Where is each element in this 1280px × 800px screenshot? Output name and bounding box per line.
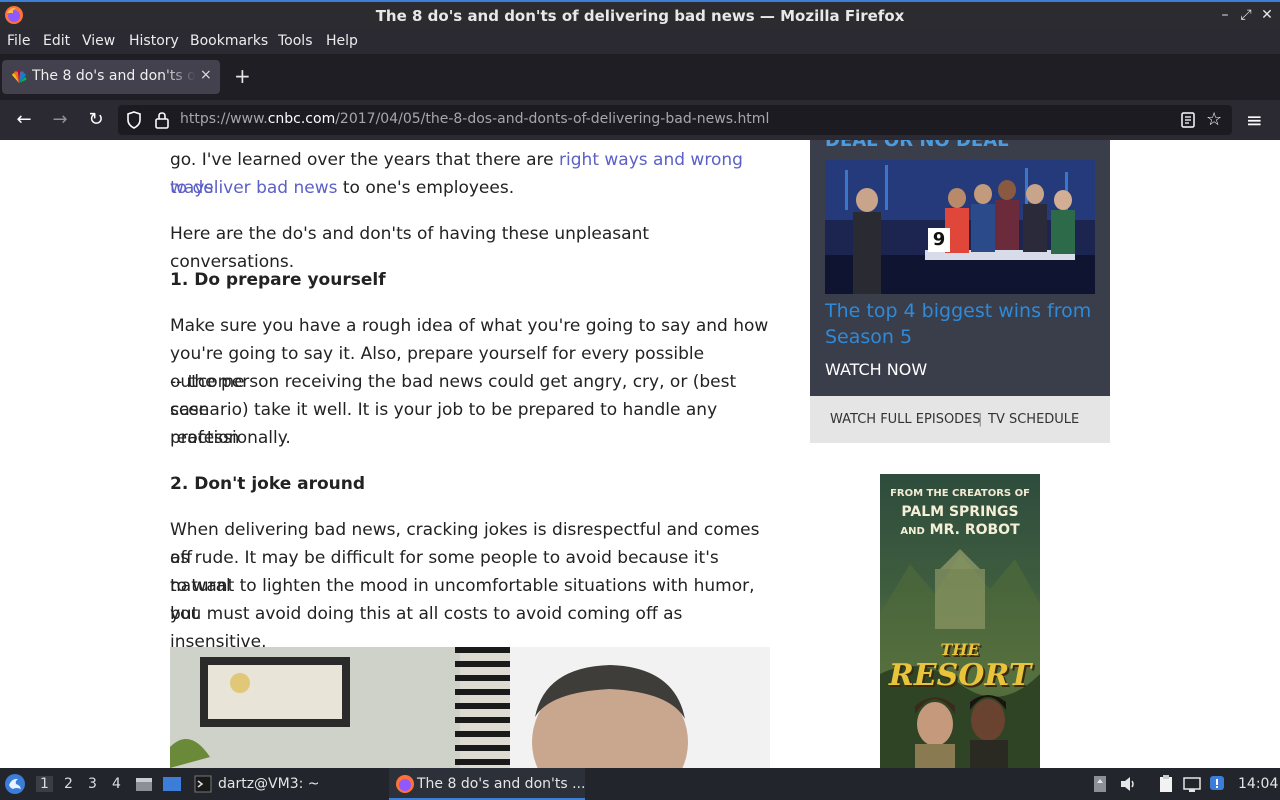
new-tab-button[interactable]: + — [234, 64, 251, 88]
network-icon[interactable] — [1182, 774, 1202, 794]
close-window-button[interactable]: ✕ — [1258, 6, 1276, 24]
lock-icon[interactable] — [154, 111, 170, 129]
reader-view-icon[interactable] — [1180, 111, 1196, 129]
video-headline[interactable]: The top 4 biggest wins from Season 5 — [825, 298, 1100, 350]
clipboard-icon[interactable] — [1156, 774, 1176, 794]
hamburger-menu-icon[interactable]: ≡ — [1246, 108, 1263, 132]
ad-title-palm-springs: PALM SPRINGS — [901, 504, 1019, 520]
url-text[interactable]: https://www.cnbc.com/2017/04/05/the-8-do… — [180, 111, 769, 127]
system-clock[interactable]: 14:04 — [1238, 776, 1278, 792]
menu-tools[interactable]: Tools — [278, 33, 313, 49]
menu-view[interactable]: View — [82, 33, 115, 49]
tab-strip: The 8 do's and don'ts of delivering bad … — [0, 54, 1280, 100]
office-photo-graphic — [170, 647, 770, 768]
workspace-1[interactable]: 1 — [36, 776, 53, 792]
firefox-taskbar-icon — [396, 775, 414, 793]
back-button[interactable]: ← — [12, 108, 36, 132]
footer-separator: | — [978, 412, 983, 427]
page-content: go. I've learned over the years that the… — [0, 140, 1280, 768]
watch-now-link[interactable]: WATCH NOW — [825, 360, 927, 379]
menu-bar: File Edit View History Bookmarks Tools H… — [0, 30, 1280, 54]
video-card-footer: WATCH FULL EPISODES | TV SCHEDULE — [810, 396, 1110, 443]
notification-icon[interactable] — [1208, 774, 1228, 794]
game-show-stage-graphic — [825, 160, 1095, 294]
desktop-icon[interactable] — [162, 774, 182, 794]
terminal-icon — [194, 775, 212, 793]
minimize-button[interactable]: – — [1216, 6, 1234, 24]
workspace-3[interactable]: 3 — [88, 776, 97, 792]
navigation-bar: ← → ↻ https://www.cnbc.com/2017/04/05/th… — [0, 100, 1280, 140]
menu-edit[interactable]: Edit — [43, 33, 70, 49]
workspace-2[interactable]: 2 — [64, 776, 73, 792]
article-paragraph-2-l5: professionally. — [170, 428, 291, 448]
volume-icon[interactable] — [1118, 774, 1138, 794]
start-menu-icon[interactable] — [4, 773, 26, 795]
shield-icon[interactable] — [126, 111, 142, 129]
forward-button[interactable]: → — [48, 108, 72, 132]
link-deliver-bad-news[interactable]: to deliver bad news — [170, 178, 337, 198]
article-paragraph-2-l1: Make sure you have a rough idea of what … — [170, 316, 769, 336]
nbc-peacock-icon — [12, 69, 27, 83]
menu-history[interactable]: History — [129, 33, 179, 49]
ad-title-mr-robot: AND MR. ROBOT — [900, 522, 1020, 538]
url-domain: cnbc.com — [267, 111, 336, 127]
video-thumbnail[interactable]: 9 — [825, 160, 1095, 294]
menu-help[interactable]: Help — [326, 33, 358, 49]
system-taskbar: 1 2 3 4 dartz@VM3: ~ The 8 do's and don'… — [0, 768, 1280, 800]
bookmark-star-icon[interactable]: ☆ — [1206, 109, 1222, 130]
file-manager-icon[interactable] — [134, 774, 154, 794]
taskbar-terminal[interactable]: dartz@VM3: ~ — [192, 768, 382, 800]
video-promo-card[interactable]: DEAL OR NO DEAL 9 The top 4 biggest wins… — [810, 140, 1110, 396]
taskbar-firefox[interactable]: The 8 do's and don'ts ... — [389, 768, 585, 800]
tab-active[interactable]: The 8 do's and don'ts of delivering bad … — [2, 60, 220, 94]
url-bar[interactable]: https://www.cnbc.com/2017/04/05/the-8-do… — [118, 105, 1232, 135]
url-prefix: https://www. — [180, 111, 268, 127]
reload-button[interactable]: ↻ — [84, 108, 108, 132]
tab-title: The 8 do's and don'ts of delivering bad … — [32, 68, 196, 84]
window-title: The 8 do's and don'ts of delivering bad … — [375, 7, 905, 25]
workspace-4[interactable]: 4 — [112, 776, 121, 792]
article-paragraph-intro-cont: to deliver bad news to one's employees. — [170, 178, 515, 198]
thumbnail-number: 9 — [932, 229, 946, 250]
maximize-button[interactable]: ⤢ — [1237, 6, 1255, 24]
window-titlebar: The 8 do's and don'ts of delivering bad … — [0, 0, 1280, 30]
watch-full-episodes-link[interactable]: WATCH FULL EPISODES — [830, 412, 981, 427]
url-path: /2017/04/05/the-8-dos-and-donts-of-deliv… — [335, 111, 770, 127]
section-heading-2: 2. Don't joke around — [170, 474, 366, 494]
section-heading-1: 1. Do prepare yourself — [170, 270, 386, 290]
tab-close-button[interactable]: × — [200, 67, 212, 83]
menu-bookmarks[interactable]: Bookmarks — [190, 33, 268, 49]
tray-updates-icon[interactable] — [1090, 774, 1110, 794]
ad-tagline: FROM THE CREATORS OF — [890, 488, 1030, 499]
menu-file[interactable]: File — [7, 33, 30, 49]
tv-schedule-link[interactable]: TV SCHEDULE — [988, 412, 1079, 427]
show-title[interactable]: DEAL OR NO DEAL — [825, 140, 1009, 151]
the-resort-logo: THE RESORT — [888, 640, 1032, 694]
advertisement-the-resort[interactable]: FROM THE CREATORS OF PALM SPRINGS AND MR… — [880, 474, 1040, 768]
article-photo — [170, 647, 770, 768]
